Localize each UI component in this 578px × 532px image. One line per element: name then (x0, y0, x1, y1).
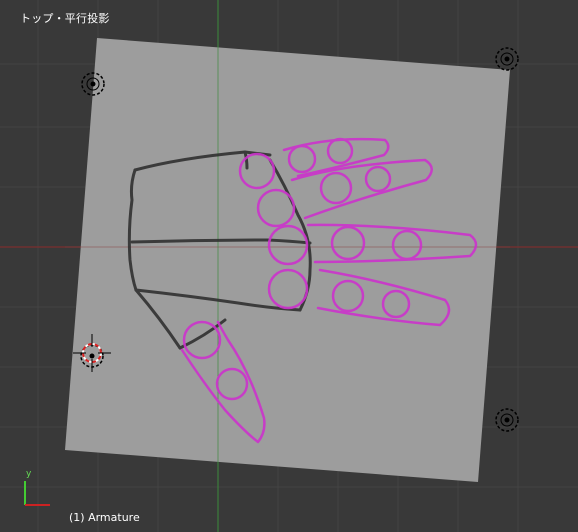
empty-marker-icon (495, 408, 519, 432)
empty-object-top-left[interactable] (80, 71, 106, 97)
3d-cursor[interactable] (71, 332, 113, 374)
3d-viewport[interactable]: y トップ・平行投影 (1) Armature (0, 0, 578, 532)
empty-object-top-right[interactable] (494, 46, 520, 72)
active-object-label: (1) Armature (69, 511, 140, 524)
empty-object-bottom-right[interactable] (494, 407, 520, 433)
empty-marker-icon (81, 72, 105, 96)
3d-cursor-icon (73, 334, 111, 372)
axis-gizmo-icon (24, 481, 50, 506)
axis-y-letter: y (26, 469, 32, 479)
empty-marker-icon (495, 47, 519, 71)
view-name-label: トップ・平行投影 (20, 12, 110, 25)
